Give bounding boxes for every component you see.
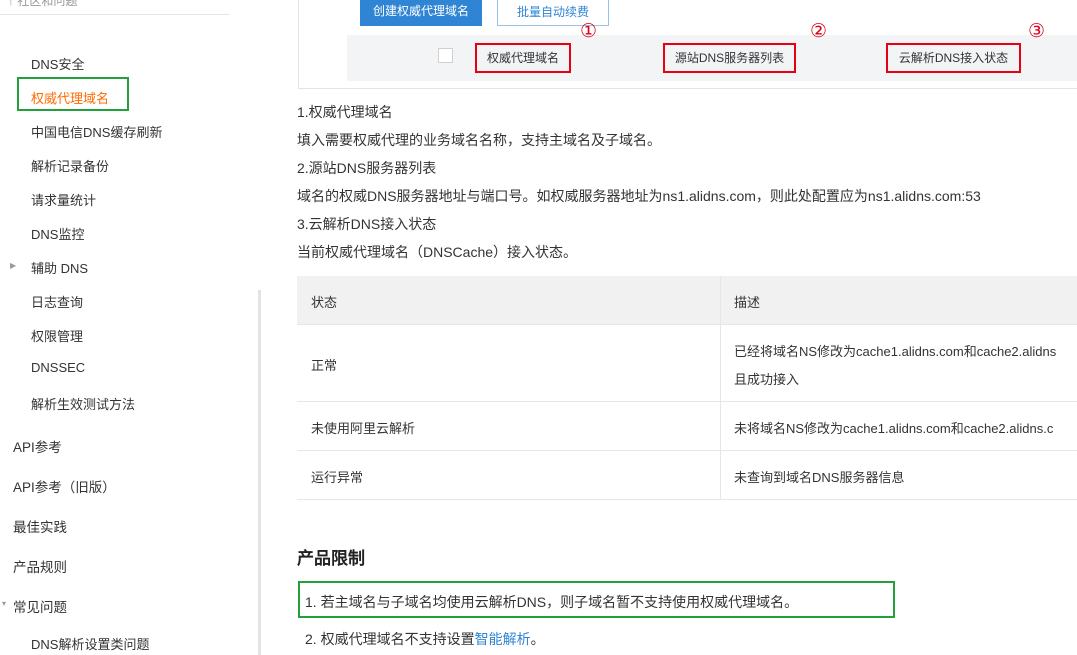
item-3-desc: 当前权威代理域名（DNSCache）接入状态。 <box>297 244 578 260</box>
sidebar-item-permissions[interactable]: 权限管理 <box>31 326 83 345</box>
table-row: 正常 已经将域名NS修改为cache1.alidns.com和cache2.al… <box>297 325 1077 402</box>
select-all-checkbox[interactable] <box>438 48 453 63</box>
sidebar-scrollbar[interactable] <box>258 290 261 655</box>
column-proxy-domain: 权威代理域名 <box>475 43 571 73</box>
state-cell: 运行异常 <box>311 470 364 485</box>
sidebar-item-dnssec[interactable]: DNSSEC <box>31 360 85 375</box>
item-2-desc: 域名的权威DNS服务器地址与端口号。如权威服务器地址为ns1.alidns.co… <box>297 188 981 204</box>
description-cell: 未将域名NS修改为cache1.alidns.com和cache2.alidns… <box>734 421 1054 436</box>
limit-item-2-text: 2. 权威代理域名不支持设置 <box>305 631 475 647</box>
sidebar-item-request-stats[interactable]: 请求量统计 <box>31 190 96 209</box>
doc-content: 创建权威代理域名 批量自动续费 权威代理域名 ① 源站DNS服务器列表 ② 云解… <box>262 0 1077 655</box>
table-header-row: 状态 描述 <box>297 276 1077 325</box>
item-1-desc: 填入需要权威代理的业务域名名称，支持主域名及子域名。 <box>297 132 661 148</box>
caret-down-icon[interactable]: ▾ <box>2 599 6 608</box>
sidebar-item-faq[interactable]: 常见问题 <box>13 596 67 616</box>
table-row: 运行异常 未查询到域名DNS服务器信息 <box>297 451 1077 500</box>
sidebar-item-best-practices[interactable]: 最佳实践 <box>13 516 67 536</box>
console-screenshot: 创建权威代理域名 批量自动续费 权威代理域名 ① 源站DNS服务器列表 ② 云解… <box>298 0 1077 89</box>
column-dns-access-status: 云解析DNS接入状态 <box>886 43 1021 73</box>
state-cell: 正常 <box>311 358 338 373</box>
header-description: 描述 <box>734 295 761 310</box>
highlight-box-active-item <box>17 77 129 111</box>
sidebar-item-dns-settings-faq[interactable]: DNS解析设置类问题 <box>31 634 149 653</box>
smart-resolution-link[interactable]: 智能解析 <box>475 631 531 647</box>
marker-3: ③ <box>1028 20 1046 42</box>
description-cell: 未查询到域名DNS服务器信息 <box>734 470 905 485</box>
sidebar-top-divider: ↑ 社区和问题 <box>0 0 230 15</box>
description-cell: 已经将域名NS修改为cache1.alidns.com和cache2.alidn… <box>734 344 1057 359</box>
marker-1: ① <box>580 20 598 42</box>
sidebar-item-dns-security[interactable]: DNS安全 <box>31 54 84 73</box>
sidebar-nav: ↑ 社区和问题 DNS安全 权威代理域名 中国电信DNS缓存刷新 解析记录备份 … <box>0 0 262 655</box>
sidebar-item-log-query[interactable]: 日志查询 <box>31 292 83 311</box>
create-proxy-domain-button[interactable]: 创建权威代理域名 <box>360 0 482 26</box>
sidebar-item-dns-monitor[interactable]: DNS监控 <box>31 224 84 243</box>
header-state: 状态 <box>311 295 338 310</box>
item-2-title: 2.源站DNS服务器列表 <box>297 160 437 176</box>
caret-right-icon[interactable]: ▶ <box>10 261 16 270</box>
description-cell-line2: 且成功接入 <box>734 372 800 387</box>
sidebar-item-product-rules[interactable]: 产品规则 <box>13 556 67 576</box>
table-row: 未使用阿里云解析 未将域名NS修改为cache1.alidns.com和cach… <box>297 402 1077 451</box>
limit-item-2: 2. 权威代理域名不支持设置智能解析。 <box>305 629 545 649</box>
marker-2: ② <box>810 20 828 42</box>
column-origin-dns-servers: 源站DNS服务器列表 <box>663 43 796 73</box>
state-cell: 未使用阿里云解析 <box>311 421 416 436</box>
sidebar-item-resolution-test[interactable]: 解析生效测试方法 <box>31 394 135 413</box>
section-heading-product-limits: 产品限制 <box>297 549 365 568</box>
sidebar-item-api-reference-legacy[interactable]: API参考（旧版） <box>13 476 116 496</box>
sidebar-item-secondary-dns[interactable]: 辅助 DNS <box>31 258 88 277</box>
item-1-title: 1.权威代理域名 <box>297 104 393 120</box>
limit-item-1: 1. 若主域名与子域名均使用云解析DNS，则子域名暂不支持使用权威代理域名。 <box>305 594 799 610</box>
item-3-title: 3.云解析DNS接入状态 <box>297 216 437 232</box>
sidebar-item-record-backup[interactable]: 解析记录备份 <box>31 156 109 175</box>
sidebar-top-text[interactable]: ↑ 社区和问题 <box>8 0 77 9</box>
sidebar-item-telecom-cache-refresh[interactable]: 中国电信DNS缓存刷新 <box>31 122 162 141</box>
limit-item-2-suffix: 。 <box>530 631 545 647</box>
table-column-divider <box>720 276 721 500</box>
sidebar-item-api-reference[interactable]: API参考 <box>13 436 62 456</box>
